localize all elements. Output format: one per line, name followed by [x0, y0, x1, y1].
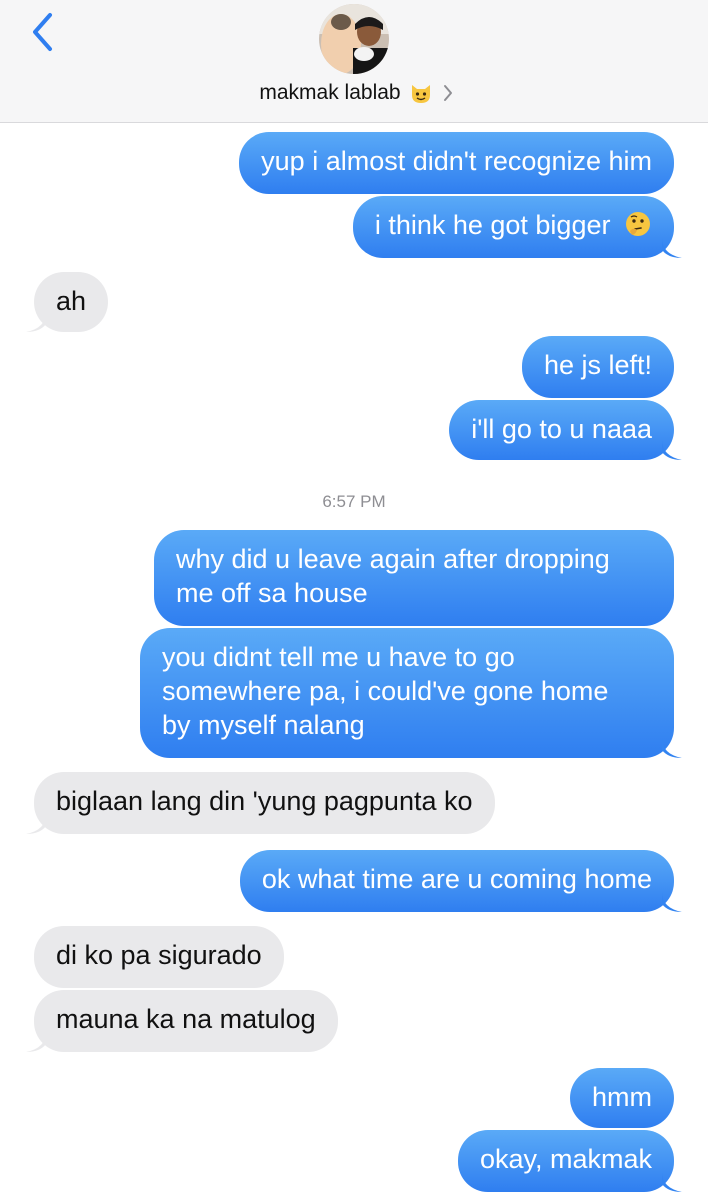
conversation-header: makmak lablab [0, 0, 708, 123]
message-bubble-received[interactable]: di ko pa sigurado [34, 926, 284, 988]
bubble-tail [662, 440, 682, 460]
timestamp: 6:57 PM [322, 492, 386, 511]
message-text-line: you didnt tell me u have to go [162, 642, 515, 672]
message-bubble-sent[interactable]: okay, makmak [457, 1130, 674, 1192]
chevron-right-icon [443, 85, 452, 101]
bubble-tail [26, 814, 46, 834]
message-bubble-sent[interactable]: ok what time are u coming home [239, 850, 674, 912]
message-bubble-sent[interactable]: i'll go to u naaa [449, 400, 674, 460]
contact-name-button[interactable]: makmak lablab [0, 78, 708, 108]
message-text: ok what time are u coming home [261, 864, 652, 894]
message-bubble-sent[interactable]: i think he got bigger [352, 196, 674, 258]
message-bubble-sent[interactable]: he js left! [521, 336, 674, 398]
message-text: yup i almost didn't recognize him [261, 146, 652, 176]
message-text-line: somewhere pa, i could've gone home [162, 676, 609, 706]
contact-name: makmak lablab [259, 81, 401, 104]
message-text: i'll go to u naaa [471, 414, 652, 444]
bubble-tail [662, 738, 682, 758]
message-text: biglaan lang din 'yung pagpunta ko [56, 786, 473, 816]
message-bubble-sent[interactable]: hmm [570, 1068, 674, 1128]
message-bubble-sent[interactable]: you didnt tell me u have to go somewhere… [140, 628, 674, 758]
bubble-tail [662, 238, 682, 258]
bubble-tail [26, 312, 46, 332]
message-text: he js left! [543, 350, 652, 380]
back-button[interactable] [20, 10, 64, 54]
messages-screen: makmak lablab yup i almost didn't recogn… [0, 0, 708, 1200]
message-bubble-sent[interactable]: why did u leave again after dropping me … [154, 530, 674, 626]
message-text: i think he got bigger [374, 210, 611, 240]
message-text: hmm [592, 1082, 652, 1112]
message-bubble-received[interactable]: mauna ka na matulog [34, 990, 338, 1052]
message-bubble-received[interactable]: biglaan lang din 'yung pagpunta ko [34, 772, 495, 834]
message-text: ah [56, 286, 87, 316]
contact-avatar[interactable] [319, 4, 389, 74]
cat-emoji-icon [411, 85, 430, 103]
message-text: okay, makmak [479, 1144, 652, 1174]
message-text-line: me off sa house [176, 578, 368, 608]
chevron-left-icon [33, 13, 52, 51]
message-text: mauna ka na matulog [56, 1004, 316, 1034]
message-text-line: why did u leave again after dropping [176, 544, 610, 574]
thinking-face-icon [626, 212, 650, 236]
message-text-line: by myself nalang [162, 710, 365, 740]
bubble-tail [26, 1032, 46, 1052]
bubble-tail [662, 892, 682, 912]
message-text: di ko pa sigurado [56, 940, 262, 970]
bubble-tail [662, 1172, 682, 1192]
message-bubble-sent[interactable]: yup i almost didn't recognize him [239, 132, 674, 194]
